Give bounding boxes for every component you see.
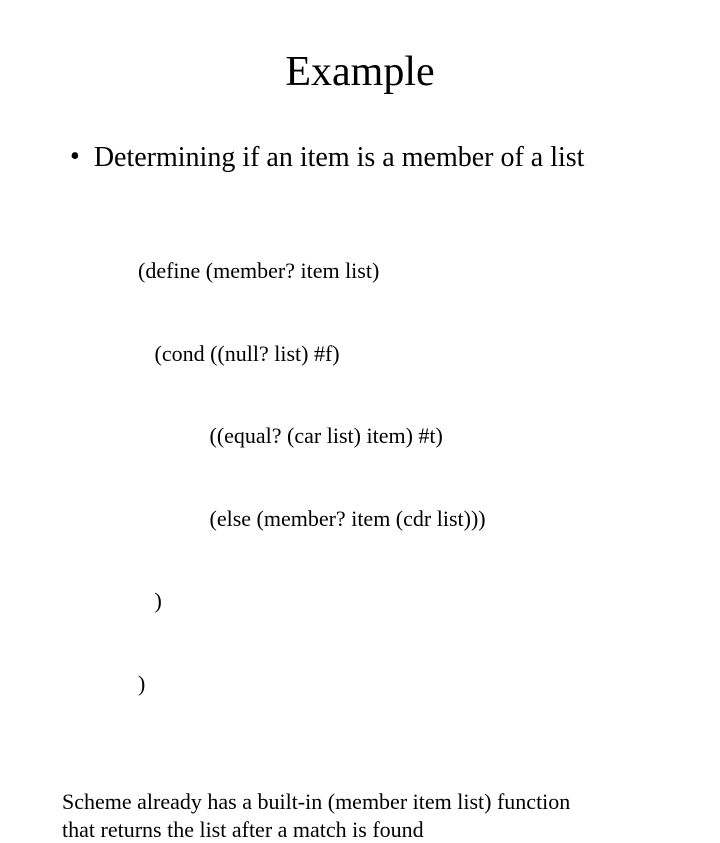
- footnote-line: that returns the list after a match is f…: [62, 816, 660, 843]
- slide: Example • Determining if an item is a me…: [0, 0, 720, 540]
- code-line: ): [138, 587, 660, 615]
- footnote: Scheme already has a built-in (member it…: [62, 788, 660, 843]
- slide-title: Example: [60, 48, 660, 96]
- code-line: (cond ((null? list) #f): [138, 340, 660, 368]
- bullet-marker-icon: •: [70, 142, 80, 173]
- bullet-text: Determining if an item is a member of a …: [94, 142, 585, 174]
- footnote-line: Scheme already has a built-in (member it…: [62, 788, 660, 816]
- code-block: (define (member? item list) (cond ((null…: [138, 202, 660, 752]
- code-line: ((equal? (car list) item) #t): [138, 422, 660, 450]
- code-line: (else (member? item (cdr list))): [138, 505, 660, 533]
- bullet-item: • Determining if an item is a member of …: [70, 142, 660, 174]
- code-line: (define (member? item list): [138, 257, 660, 285]
- code-line: ): [138, 670, 660, 698]
